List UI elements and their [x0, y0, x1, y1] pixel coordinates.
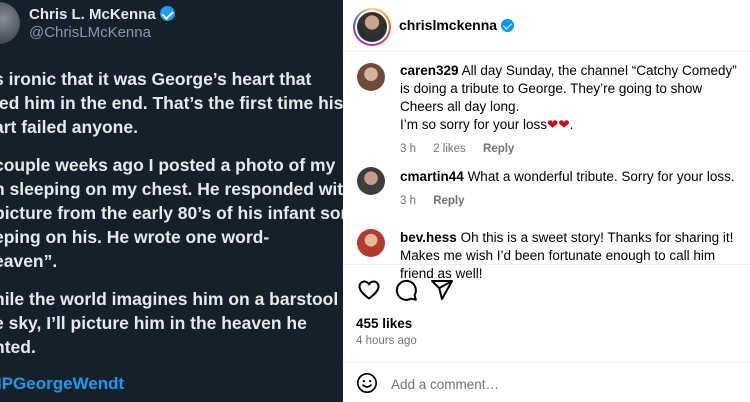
comment-meta: 3 h 2 likes Reply	[400, 140, 740, 158]
post-author-username[interactable]: chrislmckenna	[399, 17, 515, 33]
tweet-paragraph-3: hile the world imagines him on a barstoo…	[0, 289, 343, 357]
comment-avatar[interactable]	[357, 167, 385, 195]
tweet-hashtag[interactable]: IPGeorgeWendt	[0, 374, 124, 394]
heart-emoji: ❤❤	[547, 117, 570, 132]
like-count[interactable]: 455 likes	[356, 316, 412, 331]
comment-meta: 3 h Reply	[400, 192, 740, 210]
tweet-avatar	[0, 2, 20, 44]
comment-likes[interactable]: 2 likes	[433, 143, 466, 155]
tweet-author-name: Chris L. McKenna	[29, 6, 175, 23]
post-timestamp[interactable]: 4 hours ago	[356, 335, 417, 347]
tweet-author-handle: @ChrisLMcKenna	[29, 24, 151, 41]
post-action-bar	[357, 278, 477, 302]
comment-time: 3 h	[400, 195, 416, 207]
actions-divider	[343, 264, 750, 265]
heart-icon[interactable]	[357, 278, 381, 302]
comment-avatar[interactable]	[357, 229, 385, 257]
comment-avatar[interactable]	[357, 63, 385, 91]
comment-body: caren329 All day Sunday, the channel “Ca…	[400, 62, 740, 158]
verified-badge-icon	[159, 6, 175, 21]
comment-icon[interactable]	[394, 278, 418, 302]
emoji-icon[interactable]	[356, 372, 378, 394]
tweet-paragraph-2: couple weeks ago I posted a photo of my …	[0, 155, 343, 271]
comment-username[interactable]: bev.hess	[400, 230, 457, 245]
post-author-avatar[interactable]	[353, 8, 391, 46]
comment-body: cmartin44 What a wonderful tribute. Sorr…	[400, 168, 740, 210]
comment-text-line2: I’m so sorry for your loss	[400, 117, 548, 132]
comment-body: bev.hess Oh this is a sweet story! Thank…	[400, 229, 740, 283]
add-comment-input[interactable]	[391, 374, 731, 394]
tweet-paragraph-1: s ironic that it was George’s heart that…	[0, 69, 343, 137]
comment-text: What a wonderful tribute. Sorry for your…	[467, 169, 735, 184]
post-header: chrislmckenna	[343, 0, 750, 52]
share-icon[interactable]	[430, 278, 454, 302]
reply-button[interactable]: Reply	[483, 143, 514, 155]
add-comment-bar	[343, 362, 750, 402]
comment-time: 3 h	[400, 143, 416, 155]
comment-username[interactable]: cmartin44	[400, 169, 464, 184]
tweet-screenshot: Chris L. McKenna @ChrisLMcKenna s ironic…	[0, 0, 343, 402]
reply-button[interactable]: Reply	[433, 195, 464, 207]
comment-username[interactable]: caren329	[400, 63, 459, 78]
instagram-post-panel: chrislmckenna caren329 All day Sunday, t…	[343, 0, 750, 402]
verified-badge-icon	[501, 19, 515, 32]
